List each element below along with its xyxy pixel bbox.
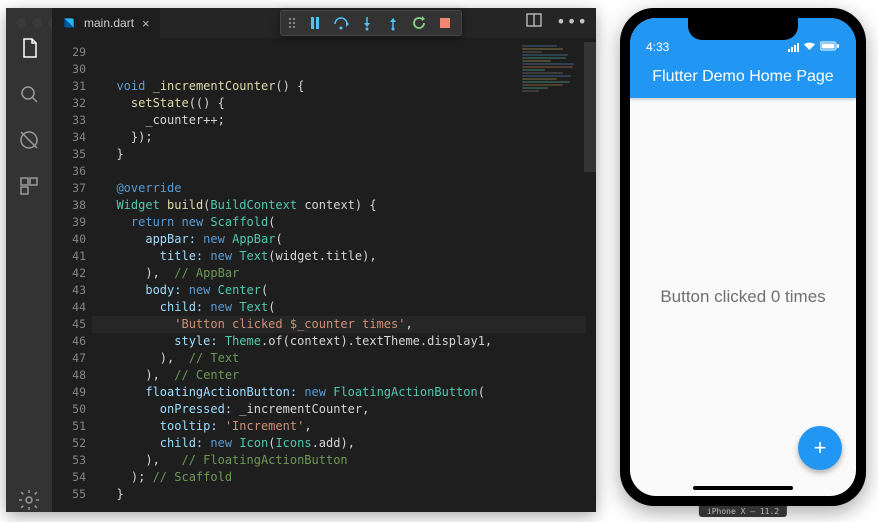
simulator-device-label: iPhone X – 11.2 <box>699 506 787 517</box>
home-indicator[interactable] <box>693 486 793 490</box>
scrollbar-thumb[interactable] <box>584 42 596 172</box>
minimap[interactable] <box>522 44 580 144</box>
editor-main: main.dart × ••• <box>52 8 596 512</box>
explorer-icon[interactable] <box>17 36 41 60</box>
device-notch <box>688 18 798 40</box>
vertical-scrollbar[interactable] <box>584 38 596 512</box>
window-min-dot[interactable] <box>32 18 42 28</box>
restart-icon[interactable] <box>411 15 427 31</box>
debug-icon[interactable] <box>17 128 41 152</box>
code-area[interactable]: 29 30 31 32 33 34 35 36 37 38 39 40 41 4… <box>52 38 596 512</box>
app-bar-title: Flutter Demo Home Page <box>652 68 833 86</box>
cellular-signal-icon <box>788 43 799 52</box>
activity-bar <box>6 8 52 512</box>
line-gutter: 29 30 31 32 33 34 35 36 37 38 39 40 41 4… <box>52 38 92 512</box>
stop-icon[interactable] <box>437 15 453 31</box>
close-icon[interactable]: × <box>142 16 150 31</box>
code-editor-window: main.dart × ••• <box>6 8 596 512</box>
counter-text: Button clicked 0 times <box>660 287 825 307</box>
step-into-icon[interactable] <box>359 15 375 31</box>
simulator-screen[interactable]: 4:33 Flutter Demo Home Page Button click… <box>630 18 856 496</box>
app-bar: Flutter Demo Home Page <box>630 56 856 98</box>
status-time: 4:33 <box>646 40 669 54</box>
window-close-dot[interactable] <box>16 18 26 28</box>
extensions-icon[interactable] <box>17 174 41 198</box>
tab-main-dart[interactable]: main.dart × <box>52 8 160 38</box>
wifi-icon <box>803 40 816 54</box>
status-indicators <box>788 40 840 54</box>
editor-top-right: ••• <box>526 12 588 31</box>
dart-file-icon <box>62 16 76 30</box>
ios-simulator-frame: 4:33 Flutter Demo Home Page Button click… <box>620 8 866 506</box>
drag-handle-icon[interactable] <box>289 18 295 28</box>
debug-toolbar[interactable] <box>280 10 462 36</box>
settings-gear-icon[interactable] <box>17 488 41 512</box>
split-editor-icon[interactable] <box>526 12 542 31</box>
step-over-icon[interactable] <box>333 15 349 31</box>
search-icon[interactable] <box>17 82 41 106</box>
step-out-icon[interactable] <box>385 15 401 31</box>
plus-icon: + <box>814 435 827 461</box>
tab-bar: main.dart × ••• <box>52 8 596 38</box>
more-actions-icon[interactable]: ••• <box>556 12 588 31</box>
pause-icon[interactable] <box>307 15 323 31</box>
code-content[interactable]: void _incrementCounter() { setState(() {… <box>92 38 596 512</box>
tab-label: main.dart <box>84 16 134 30</box>
floating-action-button[interactable]: + <box>798 426 842 470</box>
battery-icon <box>820 40 840 54</box>
